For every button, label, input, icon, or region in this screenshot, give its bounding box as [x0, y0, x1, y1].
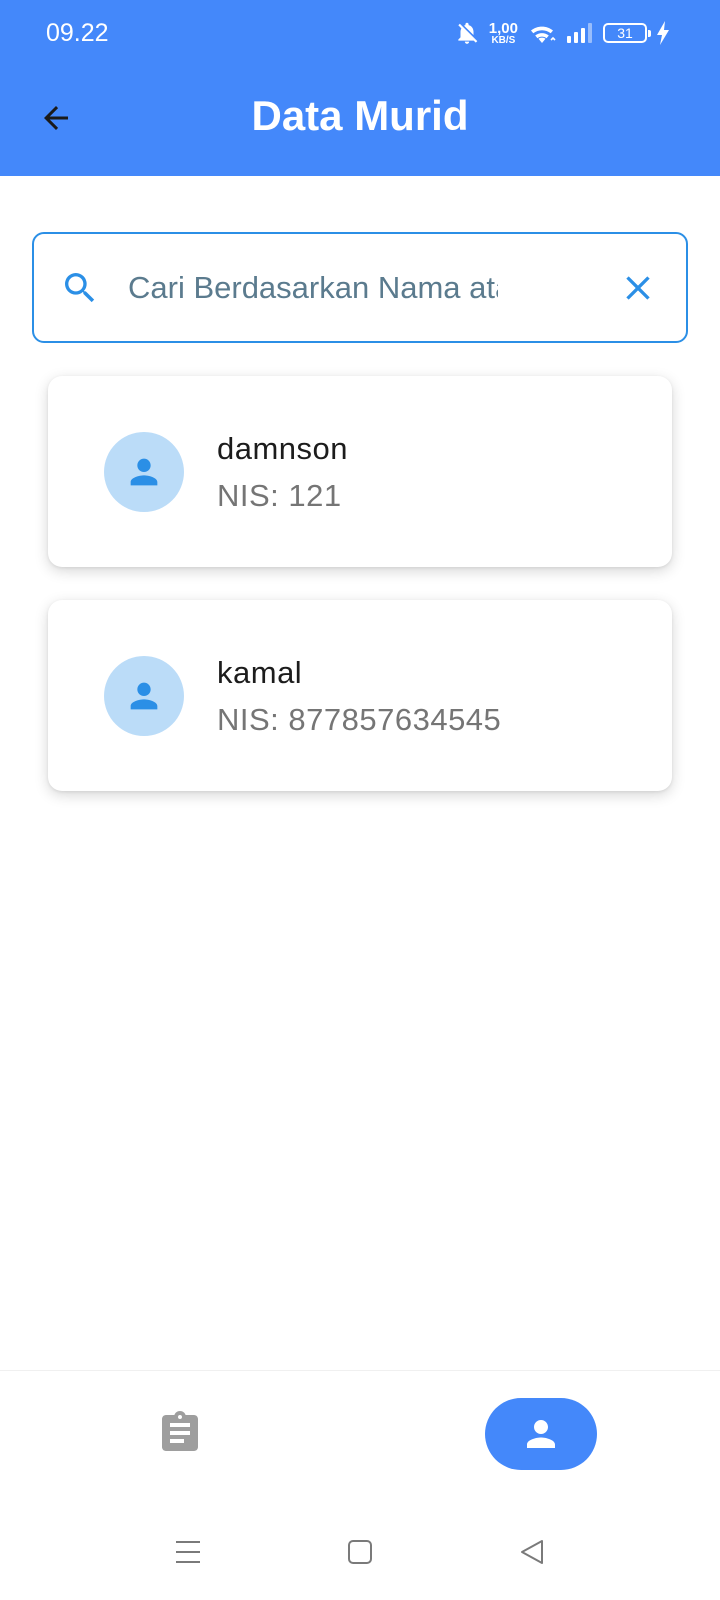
app-header: 09.22 1,00 KB/S 31 Data Murid — [0, 0, 720, 176]
person-icon — [130, 682, 158, 710]
notifications-off-icon — [458, 22, 478, 44]
charging-icon — [657, 21, 669, 45]
nav-tab-students[interactable] — [485, 1398, 597, 1470]
student-name: kamal — [217, 655, 303, 690]
signal-icon — [567, 23, 592, 43]
wifi-icon — [531, 26, 556, 43]
clipboard-icon — [162, 1411, 198, 1451]
close-icon — [626, 276, 650, 300]
clear-search-button[interactable] — [618, 268, 658, 308]
search-input[interactable] — [128, 262, 498, 314]
person-icon — [527, 1420, 555, 1448]
avatar — [104, 656, 184, 736]
student-card[interactable]: kamal NIS: 877857634545 — [48, 600, 672, 791]
system-nav-bar — [0, 1500, 720, 1600]
search-icon — [65, 273, 95, 303]
avatar — [104, 432, 184, 512]
network-speed: 1,00 KB/S — [488, 19, 518, 46]
triangle-back-icon — [521, 1540, 543, 1564]
battery-icon: 31 — [603, 23, 651, 43]
page-title: Data Murid — [251, 92, 469, 139]
system-back-button[interactable] — [508, 1528, 556, 1576]
menu-icon — [176, 1541, 200, 1563]
status-time: 09.22 — [46, 19, 109, 47]
student-name: damnson — [217, 431, 349, 466]
student-nis: NIS: 877857634545 — [217, 702, 502, 737]
home-button[interactable] — [336, 1528, 384, 1576]
recent-apps-button[interactable] — [164, 1528, 212, 1576]
bottom-nav — [0, 1370, 720, 1500]
student-card[interactable]: damnson NIS: 121 — [48, 376, 672, 567]
nav-tab-records[interactable] — [140, 1397, 220, 1469]
status-icons: 1,00 KB/S 31 — [454, 16, 670, 50]
square-icon — [348, 1540, 372, 1564]
search-box — [32, 232, 688, 343]
person-icon — [130, 458, 158, 486]
student-nis: NIS: 121 — [217, 478, 342, 513]
